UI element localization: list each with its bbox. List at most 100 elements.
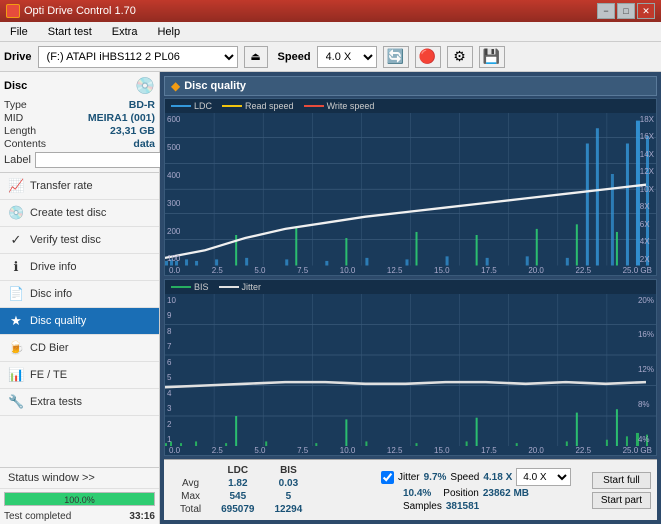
legend-bis-color [171, 286, 191, 288]
samples-row: Samples 381581 [381, 501, 588, 512]
legend-read-color [222, 105, 242, 107]
col-bis: BIS [265, 464, 313, 477]
menu-extra[interactable]: Extra [106, 24, 144, 40]
start-full-button[interactable]: Start full [592, 472, 651, 489]
disc-type-row: Type BD-R [4, 99, 155, 111]
nav-transfer-rate[interactable]: 📈 Transfer rate [0, 173, 159, 200]
disc-length-label: Length [4, 125, 36, 137]
jitter-max: 10.4% [403, 488, 431, 499]
progress-bar: 100.0% [4, 492, 155, 506]
burn-button[interactable]: 🔴 [415, 46, 441, 68]
nav-disc-quality[interactable]: ★ Disc quality [0, 308, 159, 335]
status-text: Test completed [4, 511, 71, 522]
nav-extra-tests[interactable]: 🔧 Extra tests [0, 389, 159, 416]
legend-bis: BIS [171, 282, 209, 292]
start-part-button[interactable]: Start part [592, 492, 651, 509]
speed-label-stats: Speed [450, 472, 479, 483]
stats-row: LDC BIS Avg 1.82 0.03 [170, 464, 651, 516]
disc-icon: 💿 [135, 76, 155, 96]
stats-avg-bis: 0.03 [265, 477, 313, 490]
legend-read-speed: Read speed [222, 101, 294, 111]
stats-avg-row: Avg 1.82 0.03 [170, 477, 312, 490]
speed-select-stats[interactable]: 4.0 X [516, 468, 571, 486]
minimize-button[interactable]: − [597, 3, 615, 19]
title-bar-left: Opti Drive Control 1.70 [6, 4, 136, 18]
progress-percent: 100.0% [5, 493, 154, 507]
nav-cd-bier[interactable]: 🍺 CD Bier [0, 335, 159, 362]
samples-value: 381581 [446, 501, 479, 512]
close-button[interactable]: ✕ [637, 3, 655, 19]
disc-panel: Disc 💿 Type BD-R MID MEIRA1 (001) Length… [0, 72, 159, 173]
settings-button[interactable]: ⚙ [447, 46, 473, 68]
nav-verify-test-disc[interactable]: ✓ Verify test disc [0, 227, 159, 254]
chart-ldc-legend: LDC Read speed Write speed [165, 99, 656, 113]
stats-total-ldc: 695079 [211, 503, 264, 516]
disc-info-icon: 📄 [8, 286, 24, 302]
stats-max-bis: 5 [265, 490, 313, 503]
chart2-y-right: 20% 16% 12% 8% 4% [636, 294, 656, 447]
disc-mid-value: MEIRA1 (001) [88, 112, 155, 124]
nav-disc-info[interactable]: 📄 Disc info [0, 281, 159, 308]
legend-ldc: LDC [171, 101, 212, 111]
disc-mid-row: MID MEIRA1 (001) [4, 112, 155, 124]
jitter-label: Jitter [398, 472, 420, 483]
legend-bis-label: BIS [194, 282, 209, 292]
chart-bis-svg [165, 294, 656, 447]
disc-length-value: 23,31 GB [110, 125, 155, 137]
status-window-label: Status window >> [8, 472, 95, 484]
stats-max-ldc: 545 [211, 490, 264, 503]
stats-total-bis: 12294 [265, 503, 313, 516]
status-bar-bottom: Status window >> 100.0% Test completed 3… [0, 467, 159, 524]
maximize-button[interactable]: □ [617, 3, 635, 19]
drive-info-icon: ℹ [8, 259, 24, 275]
chart1-x-axis: 0.0 2.5 5.0 7.5 10.0 12.5 15.0 17.5 20.0… [165, 266, 656, 275]
nav-create-test-disc[interactable]: 💿 Create test disc [0, 200, 159, 227]
chart2-x-axis: 0.0 2.5 5.0 7.5 10.0 12.5 15.0 17.5 20.0… [165, 446, 656, 455]
position-value: 23862 MB [483, 488, 529, 499]
disc-label-row: Label 🔍 [4, 152, 155, 168]
menu-bar: File Start test Extra Help [0, 22, 661, 42]
nav-verify-test-disc-label: Verify test disc [30, 234, 101, 246]
disc-contents-row: Contents data [4, 138, 155, 150]
legend-ldc-color [171, 105, 191, 107]
disc-type-label: Type [4, 99, 27, 111]
menu-help[interactable]: Help [151, 24, 186, 40]
action-buttons: Start full Start part [592, 472, 651, 509]
disc-header: Disc 💿 [4, 76, 155, 96]
nav-transfer-rate-label: Transfer rate [30, 180, 93, 192]
transfer-rate-icon: 📈 [8, 178, 24, 194]
extra-tests-icon: 🔧 [8, 394, 24, 410]
jitter-checkbox[interactable] [381, 471, 394, 484]
refresh-button[interactable]: 🔄 [383, 46, 409, 68]
legend-write-color [304, 105, 324, 107]
disc-panel-title: Disc [4, 80, 27, 92]
cd-bier-icon: 🍺 [8, 340, 24, 356]
nav-drive-info[interactable]: ℹ Drive info [0, 254, 159, 281]
drive-select[interactable]: (F:) ATAPI iHBS112 2 PL06 [38, 46, 238, 68]
disc-contents-label: Contents [4, 138, 46, 150]
save-button[interactable]: 💾 [479, 46, 505, 68]
position-label: Position [443, 488, 479, 499]
nav-cd-bier-label: CD Bier [30, 342, 69, 354]
toolbar: Drive (F:) ATAPI iHBS112 2 PL06 ⏏ Speed … [0, 42, 661, 72]
speed-select[interactable]: 4.0 X [317, 46, 377, 68]
jitter-max-row: 10.4% Position 23862 MB [381, 488, 588, 499]
eject-button[interactable]: ⏏ [244, 46, 268, 68]
stats-avg-label: Avg [170, 477, 211, 490]
nav-list: 📈 Transfer rate 💿 Create test disc ✓ Ver… [0, 173, 159, 416]
nav-fe-te[interactable]: 📊 FE / TE [0, 362, 159, 389]
menu-start-test[interactable]: Start test [42, 24, 98, 40]
status-bottom-row: Test completed 33:16 [0, 509, 159, 524]
disc-label-input[interactable] [35, 152, 173, 168]
legend-jitter-color [219, 286, 239, 288]
status-window-button[interactable]: Status window >> [0, 468, 159, 489]
disc-type-value: BD-R [129, 99, 155, 111]
disc-label-label: Label [4, 154, 31, 166]
legend-write-speed: Write speed [304, 101, 375, 111]
menu-file[interactable]: File [4, 24, 34, 40]
chart-ldc-svg-area: 18X 16X 14X 12X 10X 8X 6X 4X 2X 600 500 [165, 113, 656, 266]
nav-disc-quality-label: Disc quality [30, 315, 86, 327]
stats-max-row: Max 545 5 [170, 490, 312, 503]
create-test-disc-icon: 💿 [8, 205, 24, 221]
speed-value: 4.18 X [483, 472, 512, 483]
